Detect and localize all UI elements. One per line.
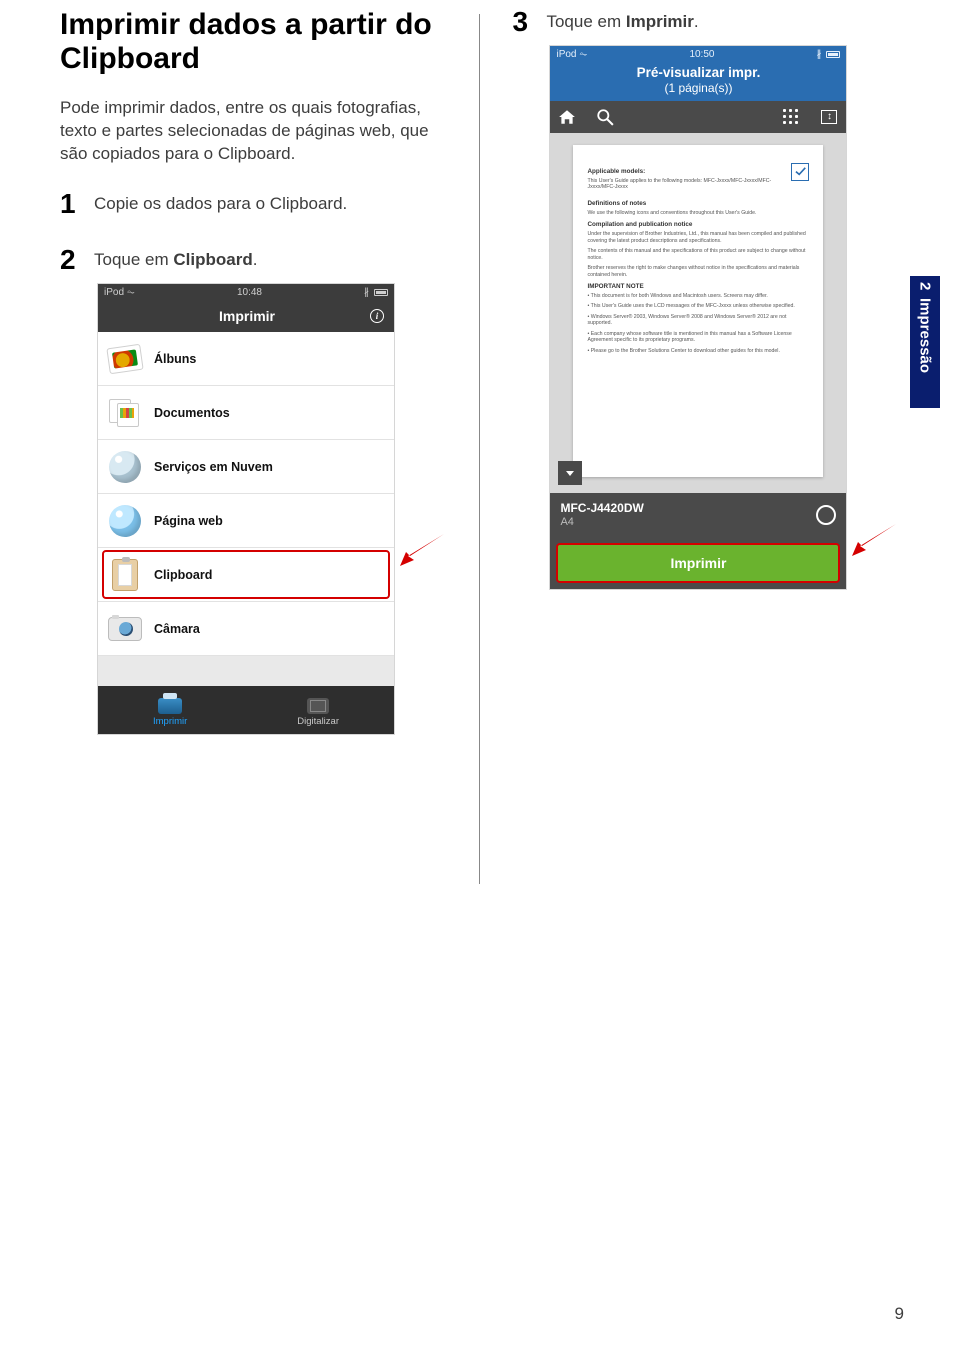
globe-icon [109, 505, 141, 537]
page-include-checkbox[interactable] [791, 163, 809, 181]
section-intro: Pode imprimir dados, entre os quais foto… [60, 97, 457, 166]
section-title: Imprimir dados a partir do Clipboard [60, 8, 457, 75]
camera-icon [108, 617, 142, 641]
search-icon[interactable] [596, 108, 614, 126]
documents-icon [109, 399, 141, 427]
doc-compilation-l1: Under the supervision of Brother Industr… [587, 231, 809, 244]
doc-important-l1: • This document is for both Windows and … [587, 293, 809, 300]
tab-print-label: Imprimir [153, 716, 187, 727]
step-2-suffix: . [253, 250, 258, 269]
menu-item-clipboard[interactable]: Clipboard [98, 548, 394, 602]
printer-icon [158, 698, 182, 714]
doc-important-l2: • This User's Guide uses the LCD message… [587, 303, 809, 310]
tab-print[interactable]: Imprimir [153, 698, 187, 727]
menu-label-albums: Álbuns [154, 352, 196, 366]
menu-item-cloud-services[interactable]: Serviços em Nuvem [98, 440, 394, 494]
step-3-number: 3 [512, 8, 532, 36]
callout-arrow [852, 524, 896, 556]
app-header: Imprimir i [98, 300, 394, 332]
fit-zoom-icon[interactable]: ↕ [820, 108, 838, 126]
doc-applicable-line: This User's Guide applies to the followi… [587, 178, 791, 191]
document-page: Applicable models: This User's Guide app… [573, 145, 823, 477]
selected-paper-size: A4 [560, 516, 643, 528]
header-title: Imprimir [219, 308, 275, 324]
doc-h-applicable: Applicable models: [587, 168, 791, 176]
grid-icon[interactable] [782, 108, 800, 126]
chapter-tab: 2 Impressão [910, 276, 940, 408]
step-1-text: Copie os dados para o Clipboard. [94, 190, 347, 214]
step-2: 2 Toque em Clipboard. [60, 246, 457, 274]
tab-scan-label: Digitalizar [297, 716, 339, 727]
bottom-tabbar: Imprimir Digitalizar [98, 686, 394, 734]
step-2-number: 2 [60, 246, 80, 274]
step-1: 1 Copie os dados para o Clipboard. [60, 190, 457, 218]
status-device: iPod ⏦ [556, 49, 587, 60]
home-icon[interactable] [558, 108, 576, 126]
collapse-thumbnail-icon[interactable] [558, 461, 582, 485]
print-button-label: Imprimir [670, 555, 726, 571]
status-right: ∦ [816, 49, 840, 60]
step-3-bold: Imprimir [626, 12, 694, 31]
chapter-tab-label: Impressão [917, 298, 934, 373]
step-3-prefix: Toque em [546, 12, 625, 31]
info-icon[interactable]: i [370, 309, 384, 323]
step-3-text: Toque em Imprimir. [546, 8, 698, 32]
column-divider [479, 14, 480, 884]
preview-header-title: Pré-visualizar impr. [637, 65, 761, 80]
doc-important-l5: • Please go to the Brother Solutions Cen… [587, 348, 809, 355]
preview-header-pagecount: (1 página(s)) [664, 81, 732, 95]
doc-compilation-l3: Brother reserves the right to make chang… [587, 265, 809, 278]
print-settings-bar[interactable]: MFC-J4420DW A4 [550, 493, 846, 537]
cloud-icon [109, 451, 141, 483]
tab-scan[interactable]: Digitalizar [297, 698, 339, 727]
doc-important-l3: • Windows Server® 2003, Windows Server® … [587, 314, 809, 327]
menu-label-clipboard: Clipboard [154, 568, 212, 582]
menu-label-webpage: Página web [154, 514, 223, 528]
doc-h-definitions: Definitions of notes [587, 200, 809, 208]
selected-printer: MFC-J4420DW [560, 502, 643, 515]
callout-arrow [400, 534, 444, 566]
gear-icon[interactable] [816, 505, 836, 525]
scan-icon [307, 698, 329, 714]
status-time: 10:48 [237, 287, 262, 298]
chapter-tab-number: 2 [917, 282, 934, 290]
step-2-text: Toque em Clipboard. [94, 246, 257, 270]
menu-label-documents: Documentos [154, 406, 230, 420]
step-2-bold: Clipboard [173, 250, 252, 269]
menu-item-webpage[interactable]: Página web [98, 494, 394, 548]
step-3: 3 Toque em Imprimir. [512, 8, 900, 36]
status-bar: iPod ⏦ 10:48 ∦ [98, 284, 394, 300]
preview-canvas[interactable]: Applicable models: This User's Guide app… [550, 133, 846, 493]
menu-label-cloud: Serviços em Nuvem [154, 460, 273, 474]
step-3-suffix: . [694, 12, 699, 31]
doc-compilation-l2: The contents of this manual and the spec… [587, 248, 809, 261]
screenshot-print-preview: iPod ⏦ 10:50 ∦ Pré-visualizar impr. (1 p… [550, 46, 846, 589]
doc-important-l4: • Each company whose software title is m… [587, 331, 809, 344]
preview-toolbar: ↕ [550, 101, 846, 133]
photo-icon [106, 343, 143, 373]
preview-header: Pré-visualizar impr. (1 página(s)) [550, 62, 846, 101]
menu-item-albums[interactable]: Álbuns [98, 332, 394, 386]
doc-h-important: IMPORTANT NOTE [587, 283, 809, 291]
status-bar: iPod ⏦ 10:50 ∦ [550, 46, 846, 62]
status-time: 10:50 [689, 49, 714, 60]
print-button[interactable]: Imprimir [556, 543, 840, 583]
clipboard-icon [112, 559, 138, 591]
status-right: ∦ [364, 287, 388, 298]
step-2-prefix: Toque em [94, 250, 173, 269]
screenshot-imprimir-menu: iPod ⏦ 10:48 ∦ Imprimir i [98, 284, 394, 734]
step-1-number: 1 [60, 190, 80, 218]
status-device: iPod ⏦ [104, 287, 135, 298]
doc-definitions-line: We use the following icons and conventio… [587, 210, 809, 217]
menu-item-camera[interactable]: Câmara [98, 602, 394, 656]
doc-h-compilation: Compilation and publication notice [587, 221, 809, 229]
menu-label-camera: Câmara [154, 622, 200, 636]
page-number: 9 [895, 1304, 904, 1324]
menu-item-documents[interactable]: Documentos [98, 386, 394, 440]
